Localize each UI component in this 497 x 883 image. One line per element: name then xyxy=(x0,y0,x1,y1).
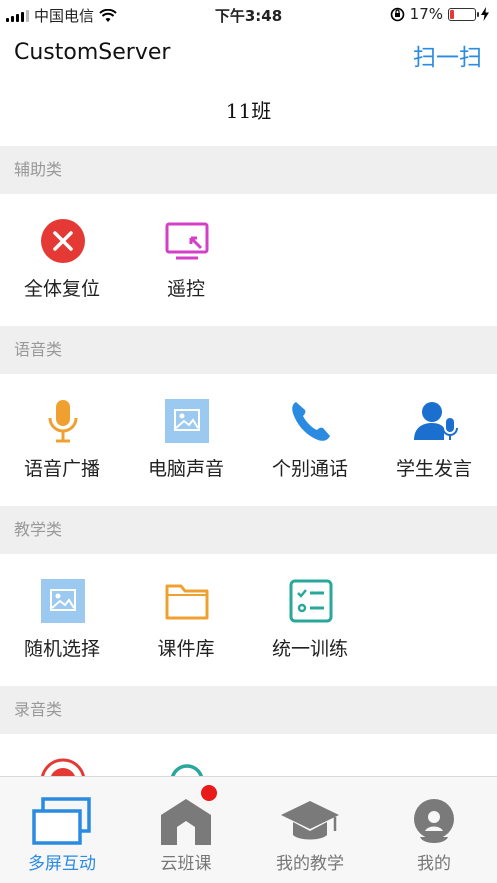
tab-multiscreen[interactable]: 多屏互动 xyxy=(0,777,124,883)
battery-percent: 17% xyxy=(409,5,443,23)
tile-label: 随机选择 xyxy=(23,638,100,660)
multiscreen-icon xyxy=(32,797,91,845)
section-header-teaching: 教学类 xyxy=(0,506,497,554)
tile-label: 课件库 xyxy=(157,638,215,660)
tile-label: 统一训练 xyxy=(271,638,348,660)
class-name: 11班 xyxy=(225,99,272,123)
phone-icon xyxy=(292,402,330,441)
remote-control-icon xyxy=(165,222,209,260)
tile-unified-training[interactable]: 统一训练 xyxy=(248,554,372,686)
orientation-lock-icon xyxy=(390,7,404,21)
grid-teaching: 随机选择 课件库 统一训练 xyxy=(0,554,497,686)
tile-record[interactable] xyxy=(0,734,124,776)
microphone-icon xyxy=(48,400,78,443)
tile-label: 学生发言 xyxy=(395,458,472,480)
section-header-recording: 录音类 xyxy=(0,686,497,734)
profile-icon xyxy=(414,799,454,843)
image-icon xyxy=(165,399,209,443)
tile-playback[interactable] xyxy=(124,734,248,776)
folder-icon xyxy=(165,584,209,620)
graduation-cap-icon xyxy=(281,801,339,840)
tile-student-speak[interactable]: 学生发言 xyxy=(372,374,496,506)
tile-label: 语音广播 xyxy=(23,458,100,480)
tile-label: 个别通话 xyxy=(271,458,348,480)
status-right: 17% xyxy=(390,5,489,23)
home-icon xyxy=(161,799,211,845)
tile-random-select[interactable]: 随机选择 xyxy=(0,554,124,686)
tile-voice-broadcast[interactable]: 语音广播 xyxy=(0,374,124,506)
tile-private-call[interactable]: 个别通话 xyxy=(248,374,372,506)
tab-bar: 多屏互动 云班课 我的教学 我的 xyxy=(0,776,497,883)
tab-label: 云班课 xyxy=(160,854,212,874)
tab-my-teaching[interactable]: 我的教学 xyxy=(248,777,372,883)
tab-label: 我的 xyxy=(417,854,451,874)
record-icon xyxy=(41,758,85,776)
tab-cloud-class[interactable]: 云班课 xyxy=(124,777,248,883)
charging-icon xyxy=(481,7,489,21)
battery-icon xyxy=(448,7,479,21)
tile-label: 全体复位 xyxy=(23,278,100,300)
tile-label: 遥控 xyxy=(166,278,205,300)
tile-label: 电脑声音 xyxy=(147,458,224,480)
image-icon xyxy=(41,579,85,623)
tile-remote-control[interactable]: 遥控 xyxy=(124,194,248,326)
replay-icon xyxy=(171,764,203,776)
section-header-voice: 语音类 xyxy=(0,326,497,374)
section-header-assist: 辅助类 xyxy=(0,146,497,194)
app-title: CustomServer xyxy=(14,40,171,65)
nav-bar: CustomServer 扫一扫 xyxy=(0,28,497,78)
tile-computer-sound[interactable]: 电脑声音 xyxy=(124,374,248,506)
checklist-icon xyxy=(289,579,333,623)
notification-badge xyxy=(201,785,217,801)
tab-label: 我的教学 xyxy=(276,854,344,874)
scan-button[interactable]: 扫一扫 xyxy=(413,38,482,72)
grid-recording xyxy=(0,734,497,776)
grid-assist: 全体复位 遥控 xyxy=(0,194,497,326)
tab-me[interactable]: 我的 xyxy=(372,777,496,883)
student-speak-icon xyxy=(414,402,458,440)
grid-voice: 语音广播 电脑声音 个别通话 学生发言 xyxy=(0,374,497,506)
status-bar: 中国电信 下午3:48 17% xyxy=(0,0,497,28)
tile-reset-all[interactable]: 全体复位 xyxy=(0,194,124,326)
reset-icon xyxy=(41,219,85,263)
tile-courseware-library[interactable]: 课件库 xyxy=(124,554,248,686)
tab-label: 多屏互动 xyxy=(28,854,96,874)
